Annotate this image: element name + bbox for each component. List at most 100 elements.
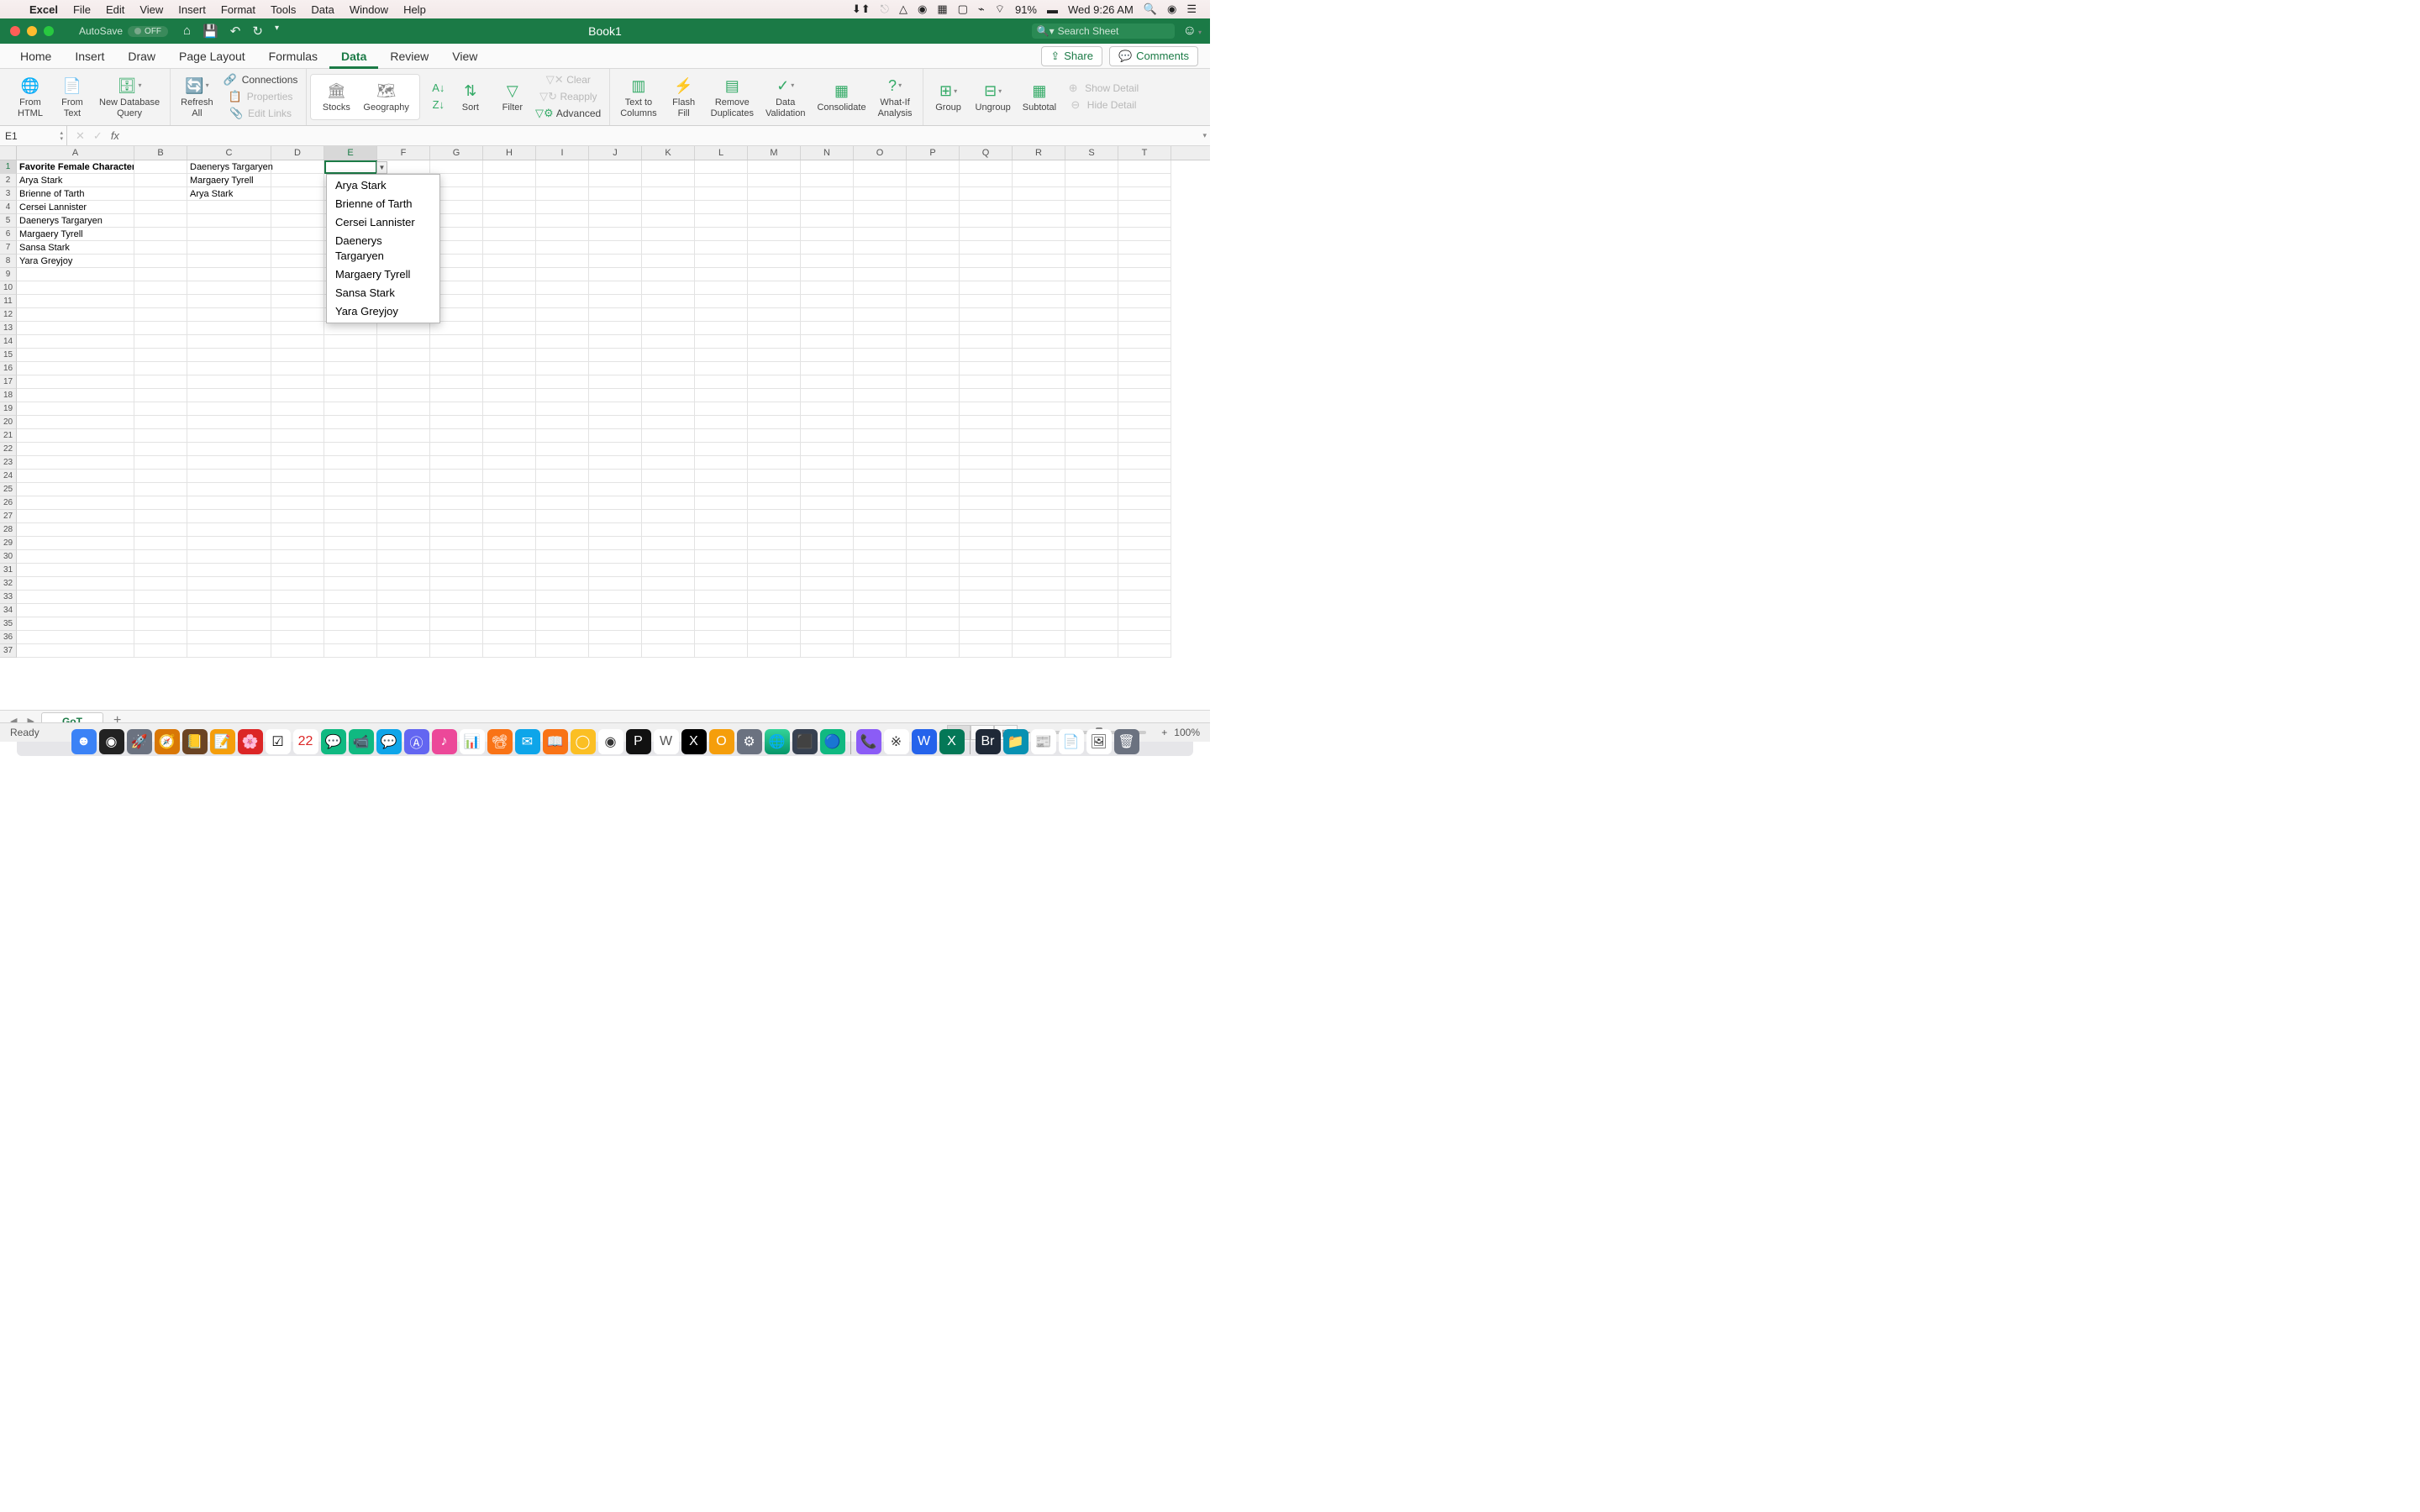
fx-icon[interactable]: fx <box>111 129 119 142</box>
cell-Q19[interactable] <box>960 402 1013 416</box>
cell-J30[interactable] <box>589 550 642 564</box>
cell-P23[interactable] <box>907 456 960 470</box>
cell-T4[interactable] <box>1118 201 1171 214</box>
cell-K15[interactable] <box>642 349 695 362</box>
spotlight-icon[interactable]: 🔍 <box>1139 3 1162 16</box>
cell-B37[interactable] <box>134 644 187 658</box>
dock-finder-icon[interactable]: ☻ <box>71 729 97 754</box>
remove-duplicates-button[interactable]: ▤Remove Duplicates <box>708 76 757 118</box>
cell-G27[interactable] <box>430 510 483 523</box>
cell-R25[interactable] <box>1013 483 1065 496</box>
cell-T32[interactable] <box>1118 577 1171 591</box>
cell-E32[interactable] <box>324 577 377 591</box>
cell-A19[interactable] <box>17 402 134 416</box>
cell-C1[interactable]: Daenerys Targaryen <box>187 160 271 174</box>
cell-K26[interactable] <box>642 496 695 510</box>
cell-O28[interactable] <box>854 523 907 537</box>
stocks-button[interactable]: 🏛Stocks <box>318 81 355 113</box>
cell-H37[interactable] <box>483 644 536 658</box>
cell-Q32[interactable] <box>960 577 1013 591</box>
cell-H22[interactable] <box>483 443 536 456</box>
cell-F32[interactable] <box>377 577 430 591</box>
cell-S10[interactable] <box>1065 281 1118 295</box>
cell-N32[interactable] <box>801 577 854 591</box>
cell-L22[interactable] <box>695 443 748 456</box>
cell-E26[interactable] <box>324 496 377 510</box>
cell-L3[interactable] <box>695 187 748 201</box>
cell-K3[interactable] <box>642 187 695 201</box>
flash-fill-button[interactable]: ⚡Flash Fill <box>666 76 702 118</box>
cell-B25[interactable] <box>134 483 187 496</box>
cell-Q16[interactable] <box>960 362 1013 375</box>
cell-H26[interactable] <box>483 496 536 510</box>
cell-R15[interactable] <box>1013 349 1065 362</box>
cell-Q33[interactable] <box>960 591 1013 604</box>
cell-J21[interactable] <box>589 429 642 443</box>
cell-I28[interactable] <box>536 523 589 537</box>
cell-Q36[interactable] <box>960 631 1013 644</box>
cell-A11[interactable] <box>17 295 134 308</box>
tab-draw[interactable]: Draw <box>116 44 167 69</box>
cell-Q8[interactable] <box>960 255 1013 268</box>
cell-H3[interactable] <box>483 187 536 201</box>
cell-D4[interactable] <box>271 201 324 214</box>
cell-O37[interactable] <box>854 644 907 658</box>
cell-I3[interactable] <box>536 187 589 201</box>
cell-T7[interactable] <box>1118 241 1171 255</box>
cell-S22[interactable] <box>1065 443 1118 456</box>
col-header-S[interactable]: S <box>1065 146 1118 160</box>
cell-I31[interactable] <box>536 564 589 577</box>
dock-contacts-icon[interactable]: 📒 <box>182 729 208 754</box>
share-button[interactable]: ⇪Share <box>1041 46 1102 66</box>
cell-F13[interactable] <box>377 322 430 335</box>
cell-S7[interactable] <box>1065 241 1118 255</box>
cell-R29[interactable] <box>1013 537 1065 550</box>
cell-C29[interactable] <box>187 537 271 550</box>
cell-D11[interactable] <box>271 295 324 308</box>
row-header[interactable]: 9 <box>0 268 17 281</box>
cell-C24[interactable] <box>187 470 271 483</box>
cell-S30[interactable] <box>1065 550 1118 564</box>
active-cell-E1[interactable]: ▼ <box>324 160 377 174</box>
cell-Q10[interactable] <box>960 281 1013 295</box>
dropdown-option[interactable]: Yara Greyjoy <box>327 302 439 321</box>
cell-E27[interactable] <box>324 510 377 523</box>
cell-M4[interactable] <box>748 201 801 214</box>
cell-I8[interactable] <box>536 255 589 268</box>
cell-P14[interactable] <box>907 335 960 349</box>
select-all-corner[interactable] <box>0 146 17 160</box>
cell-M1[interactable] <box>748 160 801 174</box>
cell-M31[interactable] <box>748 564 801 577</box>
cell-M3[interactable] <box>748 187 801 201</box>
cell-A17[interactable] <box>17 375 134 389</box>
cell-N33[interactable] <box>801 591 854 604</box>
cell-B29[interactable] <box>134 537 187 550</box>
cell-T1[interactable] <box>1118 160 1171 174</box>
cell-T37[interactable] <box>1118 644 1171 658</box>
battery-icon[interactable]: ▬ <box>1042 3 1063 16</box>
dock-app5-icon[interactable]: X <box>681 729 707 754</box>
dock-trash-icon[interactable]: 🗑 <box>1114 729 1139 754</box>
cell-J13[interactable] <box>589 322 642 335</box>
cell-J34[interactable] <box>589 604 642 617</box>
cell-E13[interactable] <box>324 322 377 335</box>
cell-J27[interactable] <box>589 510 642 523</box>
row-header[interactable]: 26 <box>0 496 17 510</box>
cell-H35[interactable] <box>483 617 536 631</box>
cell-H36[interactable] <box>483 631 536 644</box>
cell-F16[interactable] <box>377 362 430 375</box>
cell-F30[interactable] <box>377 550 430 564</box>
cell-C15[interactable] <box>187 349 271 362</box>
cell-D7[interactable] <box>271 241 324 255</box>
cell-M15[interactable] <box>748 349 801 362</box>
cell-B24[interactable] <box>134 470 187 483</box>
col-header-A[interactable]: A <box>17 146 134 160</box>
cell-K13[interactable] <box>642 322 695 335</box>
consolidate-button[interactable]: ▦Consolidate <box>813 81 869 113</box>
cell-J24[interactable] <box>589 470 642 483</box>
row-header[interactable]: 15 <box>0 349 17 362</box>
cell-K7[interactable] <box>642 241 695 255</box>
dock-mail-icon[interactable]: ✉ <box>515 729 540 754</box>
cell-O16[interactable] <box>854 362 907 375</box>
cell-O29[interactable] <box>854 537 907 550</box>
